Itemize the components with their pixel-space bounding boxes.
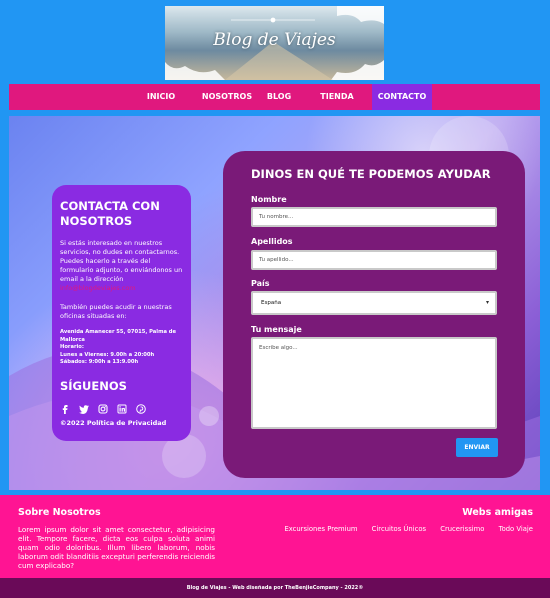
footer-link-crucerissimo[interactable]: Crucerissimo — [440, 525, 484, 533]
site-logo[interactable]: Blog de Viajes — [165, 6, 384, 80]
social-links — [60, 399, 183, 414]
nav-item-blog[interactable]: BLOG — [261, 84, 297, 110]
contact-card: CONTACTA CON NOSOTROS Si estás interesad… — [52, 185, 191, 441]
nav-item-inicio[interactable]: INICIO — [141, 84, 181, 110]
hours-label: Horario: — [60, 344, 84, 350]
hours-saturday: Sábados: 9:00h a 13:9.00h — [60, 359, 139, 365]
hours-week: Lunes a Viernes: 9.00h a 20:00h — [60, 351, 155, 358]
surname-label: Apellidos — [251, 237, 293, 246]
footer-friends-title: Webs amigas — [462, 507, 533, 518]
contact-intro-text: Si estás interesado en nuestros servicio… — [60, 239, 180, 256]
nav-item-contacto[interactable]: CONTACTO — [372, 84, 432, 110]
footer-link-todo-viaje[interactable]: Todo Viaje — [499, 525, 533, 533]
footer-about-title: Sobre Nosotros — [18, 507, 101, 518]
facebook-icon[interactable] — [60, 404, 70, 414]
message-textarea[interactable]: Escribe algo... — [251, 337, 497, 429]
footer-link-excursiones[interactable]: Excursiones Premium — [284, 525, 357, 533]
logo-text: Blog de Viajes — [213, 30, 336, 50]
instagram-icon[interactable] — [98, 404, 108, 414]
nav-item-tienda[interactable]: TIENDA — [312, 84, 362, 110]
contact-form: DINOS EN QUÉ TE PODEMOS AYUDAR Nombre Tu… — [223, 151, 525, 478]
country-label: País — [251, 279, 270, 288]
contact-intro: Si estás interesado en nuestros servicio… — [60, 239, 183, 293]
nav-item-nosotros[interactable]: NOSOTROS — [198, 84, 256, 110]
name-input[interactable]: Tu nombre... — [251, 207, 497, 227]
contact-title: CONTACTA CON NOSOTROS — [60, 199, 160, 228]
form-title: DINOS EN QUÉ TE PODEMOS AYUDAR — [251, 167, 491, 181]
twitter-icon[interactable] — [79, 404, 90, 414]
main-navbar: INICIO NOSOTROS BLOG TIENDA CONTACTO — [9, 84, 540, 110]
follow-title: SÍGUENOS — [60, 378, 127, 393]
contact-email-link[interactable]: info@blogdeviajes.com — [60, 284, 183, 293]
footer-credits: Blog de Viajes - Web diseñada por TheBen… — [0, 578, 550, 598]
footer-about-text: Lorem ipsum dolor sit amet consectetur, … — [18, 525, 215, 570]
name-label: Nombre — [251, 195, 287, 204]
country-select[interactable]: España ▾ — [251, 291, 497, 315]
send-button[interactable]: ENVIAR — [456, 438, 498, 457]
message-label: Tu mensaje — [251, 325, 302, 334]
contact-offices: También puedes acudir a nuestras oficina… — [60, 303, 172, 320]
footer-links: Excursiones Premium Circuitos Únicos Cru… — [272, 525, 533, 533]
linkedin-icon[interactable] — [117, 404, 127, 414]
chevron-down-icon: ▾ — [485, 299, 489, 306]
country-select-value: España — [261, 300, 282, 306]
pinterest-icon[interactable] — [136, 404, 147, 414]
copyright-privacy-link[interactable]: ©2022 Política de Privacidad — [60, 419, 183, 427]
footer-link-circuitos[interactable]: Circuitos Únicos — [372, 525, 426, 533]
address-line: Avenida Amanecer 55, 07015, Palma de Mal… — [60, 329, 177, 343]
contact-intro2-text: Puedes hacerlo a través del formulario a… — [60, 257, 183, 283]
surname-input[interactable]: Tu apellido... — [251, 250, 497, 270]
footer: Sobre Nosotros Webs amigas Lorem ipsum d… — [0, 495, 550, 578]
contact-address: Avenida Amanecer 55, 07015, Palma de Mal… — [60, 329, 183, 367]
